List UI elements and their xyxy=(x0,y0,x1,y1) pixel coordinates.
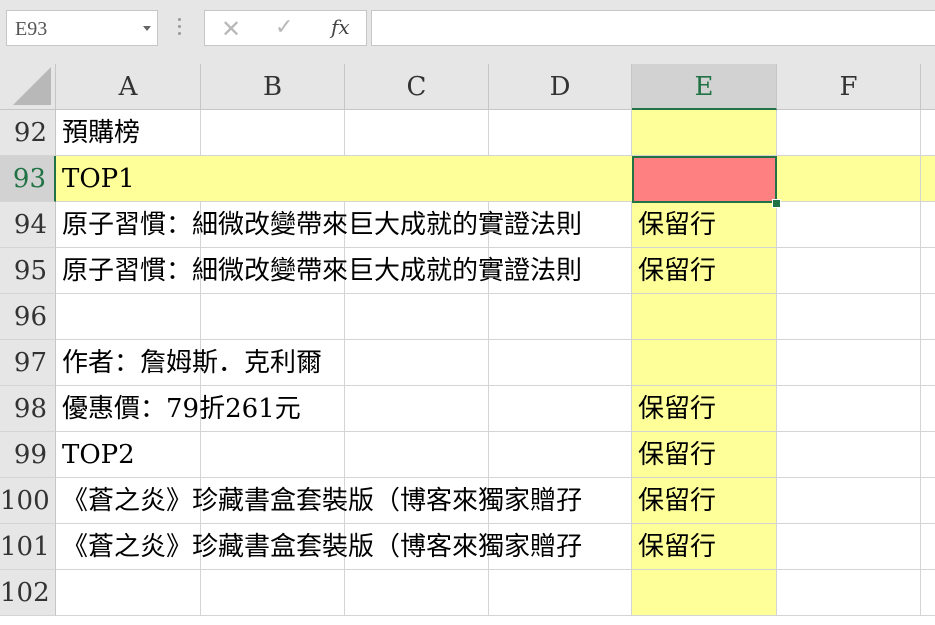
cell-d102[interactable] xyxy=(489,570,632,616)
name-box[interactable]: E93 xyxy=(6,10,158,46)
cancel-icon[interactable]: ✕ xyxy=(221,15,241,43)
cell-g92[interactable] xyxy=(921,110,935,156)
row-header-99[interactable]: 99 xyxy=(0,432,56,478)
name-box-value: E93 xyxy=(15,18,48,40)
cell-f92[interactable] xyxy=(777,110,921,156)
column-header-b[interactable]: B xyxy=(201,64,345,110)
cell-g93[interactable] xyxy=(921,156,935,202)
cell-text-e95: 保留行 xyxy=(638,256,717,286)
cell-text-a95: 原子習慣：細微改變帶來巨大成就的實證法則 xyxy=(62,256,583,286)
row-header-97[interactable]: 97 xyxy=(0,340,56,386)
cell-g101[interactable] xyxy=(921,524,935,570)
cell-text-a92: 預購榜 xyxy=(62,118,141,148)
row-header-95[interactable]: 95 xyxy=(0,248,56,294)
cell-f96[interactable] xyxy=(777,294,921,340)
column-header-g[interactable] xyxy=(921,64,935,110)
cell-text-e101: 保留行 xyxy=(638,532,717,562)
cell-f101[interactable] xyxy=(777,524,921,570)
row-header-101[interactable]: 101 xyxy=(0,524,56,570)
cell-text-e94: 保留行 xyxy=(638,210,717,240)
cell-text-a99: TOP2 xyxy=(62,440,135,470)
cell-text-a100: 《蒼之炎》珍藏書盒套裝版（博客來獨家贈孖 xyxy=(62,486,583,516)
cell-c96[interactable] xyxy=(345,294,489,340)
column-header-c[interactable]: C xyxy=(345,64,489,110)
row-header-96[interactable]: 96 xyxy=(0,294,56,340)
drag-handle-icon[interactable] xyxy=(178,18,182,38)
cell-b102[interactable] xyxy=(201,570,345,616)
row-header-92[interactable]: 92 xyxy=(0,110,56,156)
cell-g99[interactable] xyxy=(921,432,935,478)
cell-a96[interactable] xyxy=(56,294,201,340)
fill-handle[interactable] xyxy=(772,199,781,208)
cell-e102[interactable] xyxy=(632,570,777,616)
cell-f98[interactable] xyxy=(777,386,921,432)
cell-e92[interactable] xyxy=(632,110,777,156)
cell-g100[interactable] xyxy=(921,478,935,524)
cell-f100[interactable] xyxy=(777,478,921,524)
active-cell-e93[interactable] xyxy=(632,156,777,203)
row-header-100[interactable]: 100 xyxy=(0,478,56,524)
cell-c102[interactable] xyxy=(345,570,489,616)
cell-text-a101: 《蒼之炎》珍藏書盒套裝版（博客來獨家贈孖 xyxy=(62,532,583,562)
cell-e96[interactable] xyxy=(632,294,777,340)
cell-e97[interactable] xyxy=(632,340,777,386)
check-icon[interactable]: ✓ xyxy=(275,15,293,40)
cell-g95[interactable] xyxy=(921,248,935,294)
cell-f99[interactable] xyxy=(777,432,921,478)
cell-f93[interactable] xyxy=(777,156,921,202)
cell-b96[interactable] xyxy=(201,294,345,340)
select-all-button[interactable] xyxy=(0,64,56,110)
cell-f102[interactable] xyxy=(777,570,921,616)
column-header-e[interactable]: E xyxy=(632,64,777,110)
insert-function-icon[interactable]: fx xyxy=(331,15,350,39)
row-header-98[interactable]: 98 xyxy=(0,386,56,432)
cell-text-e98: 保留行 xyxy=(638,394,717,424)
column-header-a[interactable]: A xyxy=(56,64,201,110)
cell-text-a97: 作者：詹姆斯．克利爾 xyxy=(62,348,323,378)
row-header-93[interactable]: 93 xyxy=(0,156,56,202)
formula-controls: ✕ ✓ fx xyxy=(204,10,367,46)
cell-g102[interactable] xyxy=(921,570,935,616)
cell-g97[interactable] xyxy=(921,340,935,386)
column-header-f[interactable]: F xyxy=(777,64,921,110)
cell-f97[interactable] xyxy=(777,340,921,386)
cell-text-e100: 保留行 xyxy=(638,486,717,516)
cell-text-a93: TOP1 xyxy=(62,164,135,194)
row-header-102[interactable]: 102 xyxy=(0,570,56,616)
select-all-triangle-icon xyxy=(13,67,51,105)
cell-f95[interactable] xyxy=(777,248,921,294)
cell-f94[interactable] xyxy=(777,202,921,248)
cell-a102[interactable] xyxy=(56,570,201,616)
formula-input[interactable] xyxy=(371,10,935,46)
column-header-d[interactable]: D xyxy=(489,64,632,110)
chevron-down-icon[interactable] xyxy=(143,26,151,31)
row-header-94[interactable]: 94 xyxy=(0,202,56,248)
cell-text-a98: 優惠價：79折261元 xyxy=(62,394,301,424)
cell-g96[interactable] xyxy=(921,294,935,340)
formula-bar: E93 ✕ ✓ fx xyxy=(0,0,935,64)
cell-text-a94: 原子習慣：細微改變帶來巨大成就的實證法則 xyxy=(62,210,583,240)
cell-d96[interactable] xyxy=(489,294,632,340)
cell-g98[interactable] xyxy=(921,386,935,432)
cell-g94[interactable] xyxy=(921,202,935,248)
cell-text-e99: 保留行 xyxy=(638,440,717,470)
